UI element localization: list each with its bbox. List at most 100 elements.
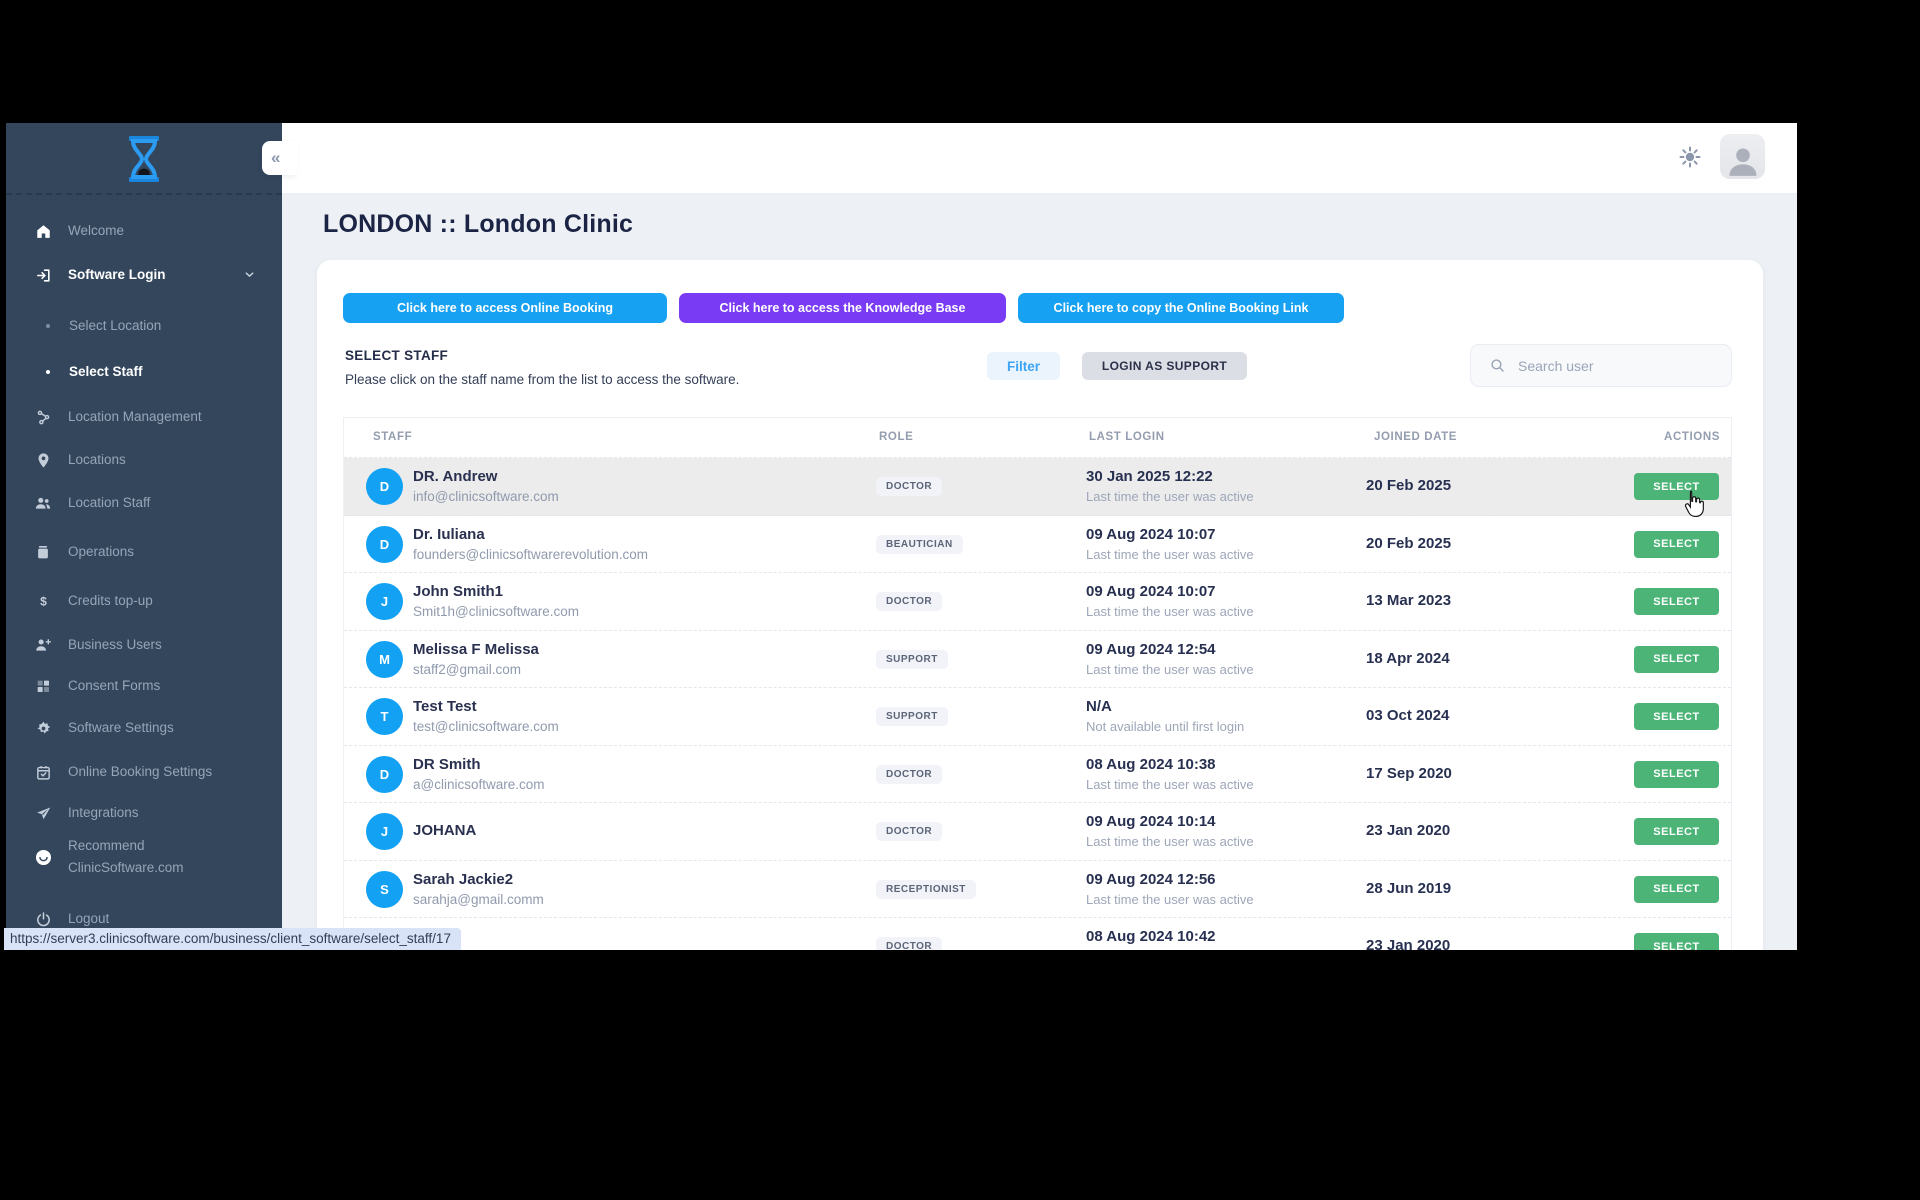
sidebar-item-software-login[interactable]: Software Login: [6, 262, 282, 288]
select-button[interactable]: SELECT: [1634, 646, 1719, 673]
users-icon: [33, 493, 53, 513]
staff-name: JOHANA: [413, 821, 476, 841]
bin-icon: [33, 542, 53, 562]
joined-date-value: 03 Oct 2024: [1366, 707, 1449, 724]
select-button[interactable]: SELECT: [1634, 933, 1719, 950]
role-badge: SUPPORT: [876, 707, 948, 726]
select-button[interactable]: SELECT: [1634, 473, 1719, 500]
knowledge-base-button[interactable]: Click here to access the Knowledge Base: [679, 293, 1006, 323]
login-as-support-button[interactable]: LOGIN AS SUPPORT: [1082, 352, 1247, 380]
last-login-note: Last time the user was active: [1086, 775, 1254, 794]
role-badge: DOCTOR: [876, 822, 942, 841]
role-badge: BEAUTICIAN: [876, 535, 963, 554]
table-row[interactable]: M Melissa F Melissa staff2@gmail.com SUP…: [344, 631, 1731, 689]
select-button[interactable]: SELECT: [1634, 703, 1719, 730]
sidebar-item-select-location[interactable]: Select Location: [6, 313, 282, 339]
table-row[interactable]: J JOHANA DOCTOR 09 Aug 2024 10:14 Last t…: [344, 803, 1731, 861]
role-badge: DOCTOR: [876, 937, 942, 950]
svg-text:$: $: [40, 594, 47, 608]
staff-name: Sarah Jackie2: [413, 870, 544, 890]
joined-date-value: 20 Feb 2025: [1366, 477, 1451, 494]
avatar: J: [366, 583, 403, 620]
select-button[interactable]: SELECT: [1634, 761, 1719, 788]
search-box: [1470, 344, 1732, 387]
last-login-value: 09 Aug 2024 10:07: [1086, 582, 1254, 602]
table-row[interactable]: J John Smith1 Smit1h@clinicsoftware.com …: [344, 573, 1731, 631]
person-icon: [1724, 141, 1762, 179]
user-plus-icon: [33, 635, 53, 655]
last-login-value: 08 Aug 2024 10:42: [1086, 927, 1254, 947]
sidebar-item-welcome[interactable]: Welcome: [6, 218, 282, 244]
theme-toggle-button[interactable]: [1678, 145, 1702, 169]
status-url-tooltip: https://server3.clinicsoftware.com/busin…: [4, 928, 461, 950]
power-icon: [33, 909, 53, 929]
sidebar-item-credits-top-up[interactable]: $ Credits top-up: [6, 588, 282, 614]
column-header-actions: ACTIONS: [1664, 431, 1720, 443]
paper-plane-icon: [33, 803, 53, 823]
sidebar-divider: [6, 193, 282, 195]
user-avatar-button[interactable]: [1720, 134, 1765, 179]
collapse-chevrons-icon: «: [262, 148, 280, 168]
sidebar-item-recommend-clinicsoftware-com[interactable]: Recommend ClinicSoftware.com: [6, 835, 282, 879]
last-login-note: Last time the user was active: [1086, 545, 1254, 564]
section-subtitle: Please click on the staff name from the …: [345, 372, 739, 387]
role-badge: RECEPTIONIST: [876, 880, 976, 899]
staff-email: staff2@gmail.com: [413, 660, 539, 679]
staff-name: Test Test: [413, 697, 559, 717]
joined-date-value: 20 Feb 2025: [1366, 535, 1451, 552]
last-login-note: Last time the user was active: [1086, 832, 1254, 851]
avatar: M: [366, 641, 403, 678]
sidebar-item-software-settings[interactable]: Software Settings: [6, 715, 282, 741]
staff-email: founders@clinicsoftwarerevolution.com: [413, 545, 648, 564]
sidebar-item-locations[interactable]: Locations: [6, 447, 282, 473]
filter-button[interactable]: Filter: [987, 352, 1060, 380]
last-login-note: Last time the user was active: [1086, 660, 1254, 679]
select-button[interactable]: SELECT: [1634, 876, 1719, 903]
last-login-value: 30 Jan 2025 12:22: [1086, 467, 1254, 487]
staff-table: STAFF ROLE LAST LOGIN JOINED DATE ACTION…: [343, 417, 1732, 950]
table-row[interactable]: D Dr. Iuliana founders@clinicsoftwarerev…: [344, 516, 1731, 574]
dollar-icon: $: [33, 591, 53, 611]
smiley-icon: [33, 847, 53, 867]
avatar: T: [366, 698, 403, 735]
sidebar-collapse-button[interactable]: «: [262, 141, 298, 175]
table-row[interactable]: S Sarah Jackie2 sarahja@gmail.comm RECEP…: [344, 861, 1731, 919]
table-row[interactable]: D DR Smith a@clinicsoftware.com DOCTOR 0…: [344, 746, 1731, 804]
sidebar-item-location-management[interactable]: Location Management: [6, 404, 282, 430]
role-badge: DOCTOR: [876, 592, 942, 611]
joined-date-value: 23 Jan 2020: [1366, 937, 1450, 950]
sidebar-item-online-booking-settings[interactable]: Online Booking Settings: [6, 759, 282, 785]
table-row[interactable]: D DR. Andrew info@clinicsoftware.com DOC…: [344, 458, 1731, 516]
search-input[interactable]: [1518, 358, 1718, 374]
sidebar-item-consent-forms[interactable]: Consent Forms: [6, 673, 282, 699]
grid-icon: [33, 676, 53, 696]
calendar-check-icon: [33, 762, 53, 782]
sidebar-item-location-staff[interactable]: Location Staff: [6, 490, 282, 516]
table-row[interactable]: D DOCTOR 08 Aug 2024 10:42 Last time the…: [344, 918, 1731, 950]
chevron-down-icon: [243, 268, 256, 286]
select-button[interactable]: SELECT: [1634, 531, 1719, 558]
role-badge: SUPPORT: [876, 650, 948, 669]
last-login-note: Last time the user was active: [1086, 602, 1254, 621]
sidebar-item-business-users[interactable]: Business Users: [6, 632, 282, 658]
clinicsoftware-logo: [6, 131, 282, 187]
sun-icon: [1678, 145, 1702, 169]
column-header-role: ROLE: [879, 431, 913, 443]
column-header-joined-date: JOINED DATE: [1374, 431, 1457, 443]
dot-icon: [42, 316, 54, 336]
staff-email: info@clinicsoftware.com: [413, 487, 559, 506]
joined-date-value: 28 Jun 2019: [1366, 880, 1451, 897]
online-booking-button[interactable]: Click here to access Online Booking: [343, 293, 667, 323]
sidebar-item-select-staff[interactable]: Select Staff: [6, 359, 282, 385]
sidebar-item-integrations[interactable]: Integrations: [6, 800, 282, 826]
joined-date-value: 17 Sep 2020: [1366, 765, 1452, 782]
select-button[interactable]: SELECT: [1634, 588, 1719, 615]
copy-booking-link-button[interactable]: Click here to copy the Online Booking Li…: [1018, 293, 1344, 323]
select-button[interactable]: SELECT: [1634, 818, 1719, 845]
table-row[interactable]: T Test Test test@clinicsoftware.com SUPP…: [344, 688, 1731, 746]
page-title: LONDON :: London Clinic: [323, 210, 633, 239]
avatar: J: [366, 813, 403, 850]
main-content: LONDON :: London Clinic Click here to ac…: [282, 193, 1797, 950]
staff-name: Melissa F Melissa: [413, 640, 539, 660]
sidebar-item-operations[interactable]: Operations: [6, 539, 282, 565]
